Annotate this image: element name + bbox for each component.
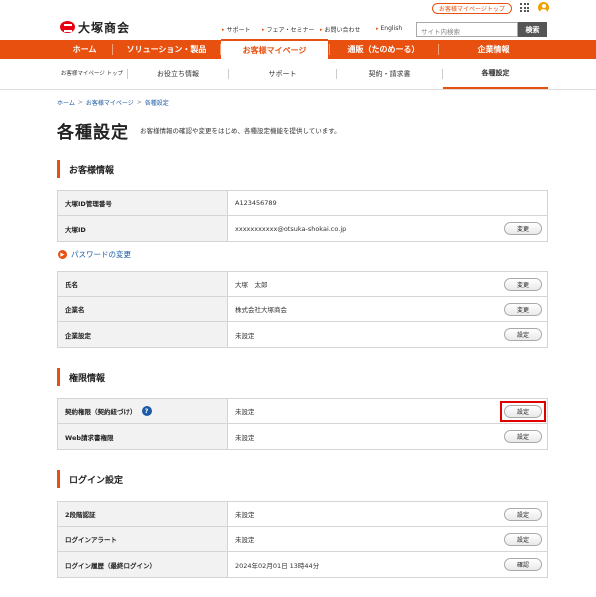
breadcrumb: ホーム > お客様マイページ > 各種設定 (57, 98, 169, 107)
user-account-icon[interactable] (538, 2, 549, 13)
site-search-input[interactable]: サイト内検索 (416, 22, 518, 37)
gnav-mypage[interactable]: お客様マイページ (221, 39, 328, 59)
util-link-label: English (380, 25, 403, 32)
breadcrumb-home[interactable]: ホーム (57, 98, 75, 107)
row-label: 大塚ID管理番号 (58, 191, 228, 215)
highlight-box (500, 401, 546, 422)
row-label: 企業設定 (58, 322, 228, 347)
site-header: 大塚商会 お客様マイページトップ ▸ サポート ▸ フェア・セミナー ▸ お問い合わせ… (0, 0, 596, 40)
permission-table: 契約権限（契約紐づけ） ? 未設定 設定 Web請求書権限 未設定 設定 (57, 398, 548, 450)
util-link-english[interactable]: ▸ English (376, 25, 402, 32)
company-setting-button[interactable]: 設定 (504, 328, 542, 341)
util-link-contact[interactable]: ▸ お問い合わせ (320, 25, 361, 35)
password-change-link[interactable]: ▶ パスワードの変更 (58, 249, 131, 260)
row-label: ログイン履歴（最終ログイン） (58, 552, 228, 577)
table-row: 2段階認証 未設定 設定 (58, 502, 547, 527)
arrow-right-circle-icon: ▶ (58, 250, 67, 259)
util-link-label: お問い合わせ (324, 27, 361, 34)
table-row: 大塚ID管理番号 A123456789 (58, 191, 547, 216)
section-heading-permission: 権限情報 (57, 368, 105, 386)
mypage-top-button[interactable]: お客様マイページトップ (432, 3, 512, 14)
gnav-tanomail[interactable]: 通販（たのめーる） (330, 40, 437, 59)
util-link-label: フェア・セミナー (266, 27, 315, 34)
change-otsuka-id-button[interactable]: 変更 (504, 222, 542, 235)
gnav-solutions[interactable]: ソリューション・製品 (113, 40, 220, 59)
table-row: 契約権限（契約紐づけ） ? 未設定 設定 (58, 399, 547, 424)
snav-contract-billing[interactable]: 契約・請求書 (337, 59, 442, 89)
page-title: 各種設定 (57, 123, 129, 143)
section-heading-customer: お客様情報 (57, 160, 114, 178)
global-nav: ホーム ソリューション・製品 お客様マイページ 通販（たのめーる） 企業情報 (0, 39, 596, 59)
row-value: xxxxxxxxxxx@otsuka-shokai.co.jp (235, 224, 347, 233)
web-invoice-setting-button[interactable]: 設定 (504, 430, 542, 443)
two-factor-setting-button[interactable]: 設定 (504, 508, 542, 521)
row-value: 未設定 (235, 536, 255, 544)
sub-nav: お客様マイページ トップ お役立ち情報 サポート 契約・請求書 各種設定 (0, 59, 596, 90)
login-alert-setting-button[interactable]: 設定 (504, 533, 542, 546)
row-label: 企業名 (58, 297, 228, 321)
customer-profile-table: 氏名 大塚 太郎 変更 企業名 株式会社大塚商会 変更 企業設定 未設定 設定 (57, 271, 548, 348)
site-logo[interactable]: 大塚商会 (60, 19, 130, 35)
row-label: 氏名 (58, 272, 228, 296)
row-value: 2024年02月01日 13時44分 (235, 561, 320, 570)
row-label: ログインアラート (58, 527, 228, 551)
logo-text: 大塚商会 (78, 20, 131, 35)
row-value: 未設定 (235, 511, 255, 519)
row-value: 大塚 太郎 (235, 281, 268, 289)
snav-support[interactable]: サポート (229, 59, 336, 89)
customer-table: 大塚ID管理番号 A123456789 大塚ID xxxxxxxxxxx@ots… (57, 190, 548, 242)
row-label-text: 契約権限（契約紐づけ） (65, 408, 137, 416)
row-label: Web請求書権限 (58, 424, 228, 449)
snav-useful-info[interactable]: お役立ち情報 (128, 59, 228, 89)
change-company-button[interactable]: 変更 (504, 303, 542, 316)
login-history-confirm-button[interactable]: 確認 (504, 558, 542, 571)
help-icon[interactable]: ? (141, 406, 152, 416)
util-link-label: サポート (226, 27, 251, 34)
table-row: 大塚ID xxxxxxxxxxx@otsuka-shokai.co.jp 変更 (58, 216, 547, 241)
row-value: 未設定 (235, 331, 255, 340)
table-row: 氏名 大塚 太郎 変更 (58, 272, 547, 297)
snav-settings[interactable]: 各種設定 (443, 59, 548, 89)
util-link-support[interactable]: ▸ サポート (222, 25, 251, 35)
table-row: 企業設定 未設定 設定 (58, 322, 547, 347)
app-grid-icon[interactable] (520, 3, 529, 12)
gnav-corporate[interactable]: 企業情報 (439, 40, 548, 59)
row-value: A123456789 (235, 199, 277, 207)
row-label: 大塚ID (58, 216, 228, 241)
breadcrumb-separator-icon: > (136, 99, 142, 106)
breadcrumb-current: 各種設定 (144, 100, 169, 107)
login-table: 2段階認証 未設定 設定 ログインアラート 未設定 設定 ログイン履歴（最終ログ… (57, 501, 548, 578)
breadcrumb-separator-icon: > (77, 99, 83, 106)
row-value: 未設定 (235, 433, 255, 442)
util-link-fair[interactable]: ▸ フェア・セミナー (262, 25, 315, 35)
row-label: 契約権限（契約紐づけ） ? (58, 399, 228, 423)
row-value: 株式会社大塚商会 (235, 306, 287, 314)
search-button[interactable]: 検索 (518, 22, 547, 37)
table-row: 企業名 株式会社大塚商会 変更 (58, 297, 547, 322)
section-heading-login: ログイン設定 (57, 470, 123, 488)
snav-mypage-top[interactable]: お客様マイページ トップ (57, 59, 127, 89)
password-change-label: パスワードの変更 (71, 250, 131, 259)
arrow-right-icon: ▸ (222, 26, 225, 33)
arrow-right-icon: ▸ (262, 26, 265, 33)
table-row: ログイン履歴（最終ログイン） 2024年02月01日 13時44分 確認 (58, 552, 547, 577)
table-row: Web請求書権限 未設定 設定 (58, 424, 547, 449)
arrow-right-icon: ▸ (320, 26, 323, 33)
breadcrumb-mypage[interactable]: お客様マイページ (86, 98, 134, 107)
change-name-button[interactable]: 変更 (504, 278, 542, 291)
gnav-home[interactable]: ホーム (57, 40, 112, 59)
page-root: 大塚商会 お客様マイページトップ ▸ サポート ▸ フェア・セミナー ▸ お問い合わせ… (0, 0, 596, 597)
logo-mark-icon (60, 21, 75, 33)
row-label: 2段階認証 (58, 502, 228, 526)
table-row: ログインアラート 未設定 設定 (58, 527, 547, 552)
arrow-right-icon: ▸ (376, 25, 379, 32)
page-description: お客様情報の確認や変更をはじめ、各種設定機能を提供しています。 (140, 127, 341, 135)
